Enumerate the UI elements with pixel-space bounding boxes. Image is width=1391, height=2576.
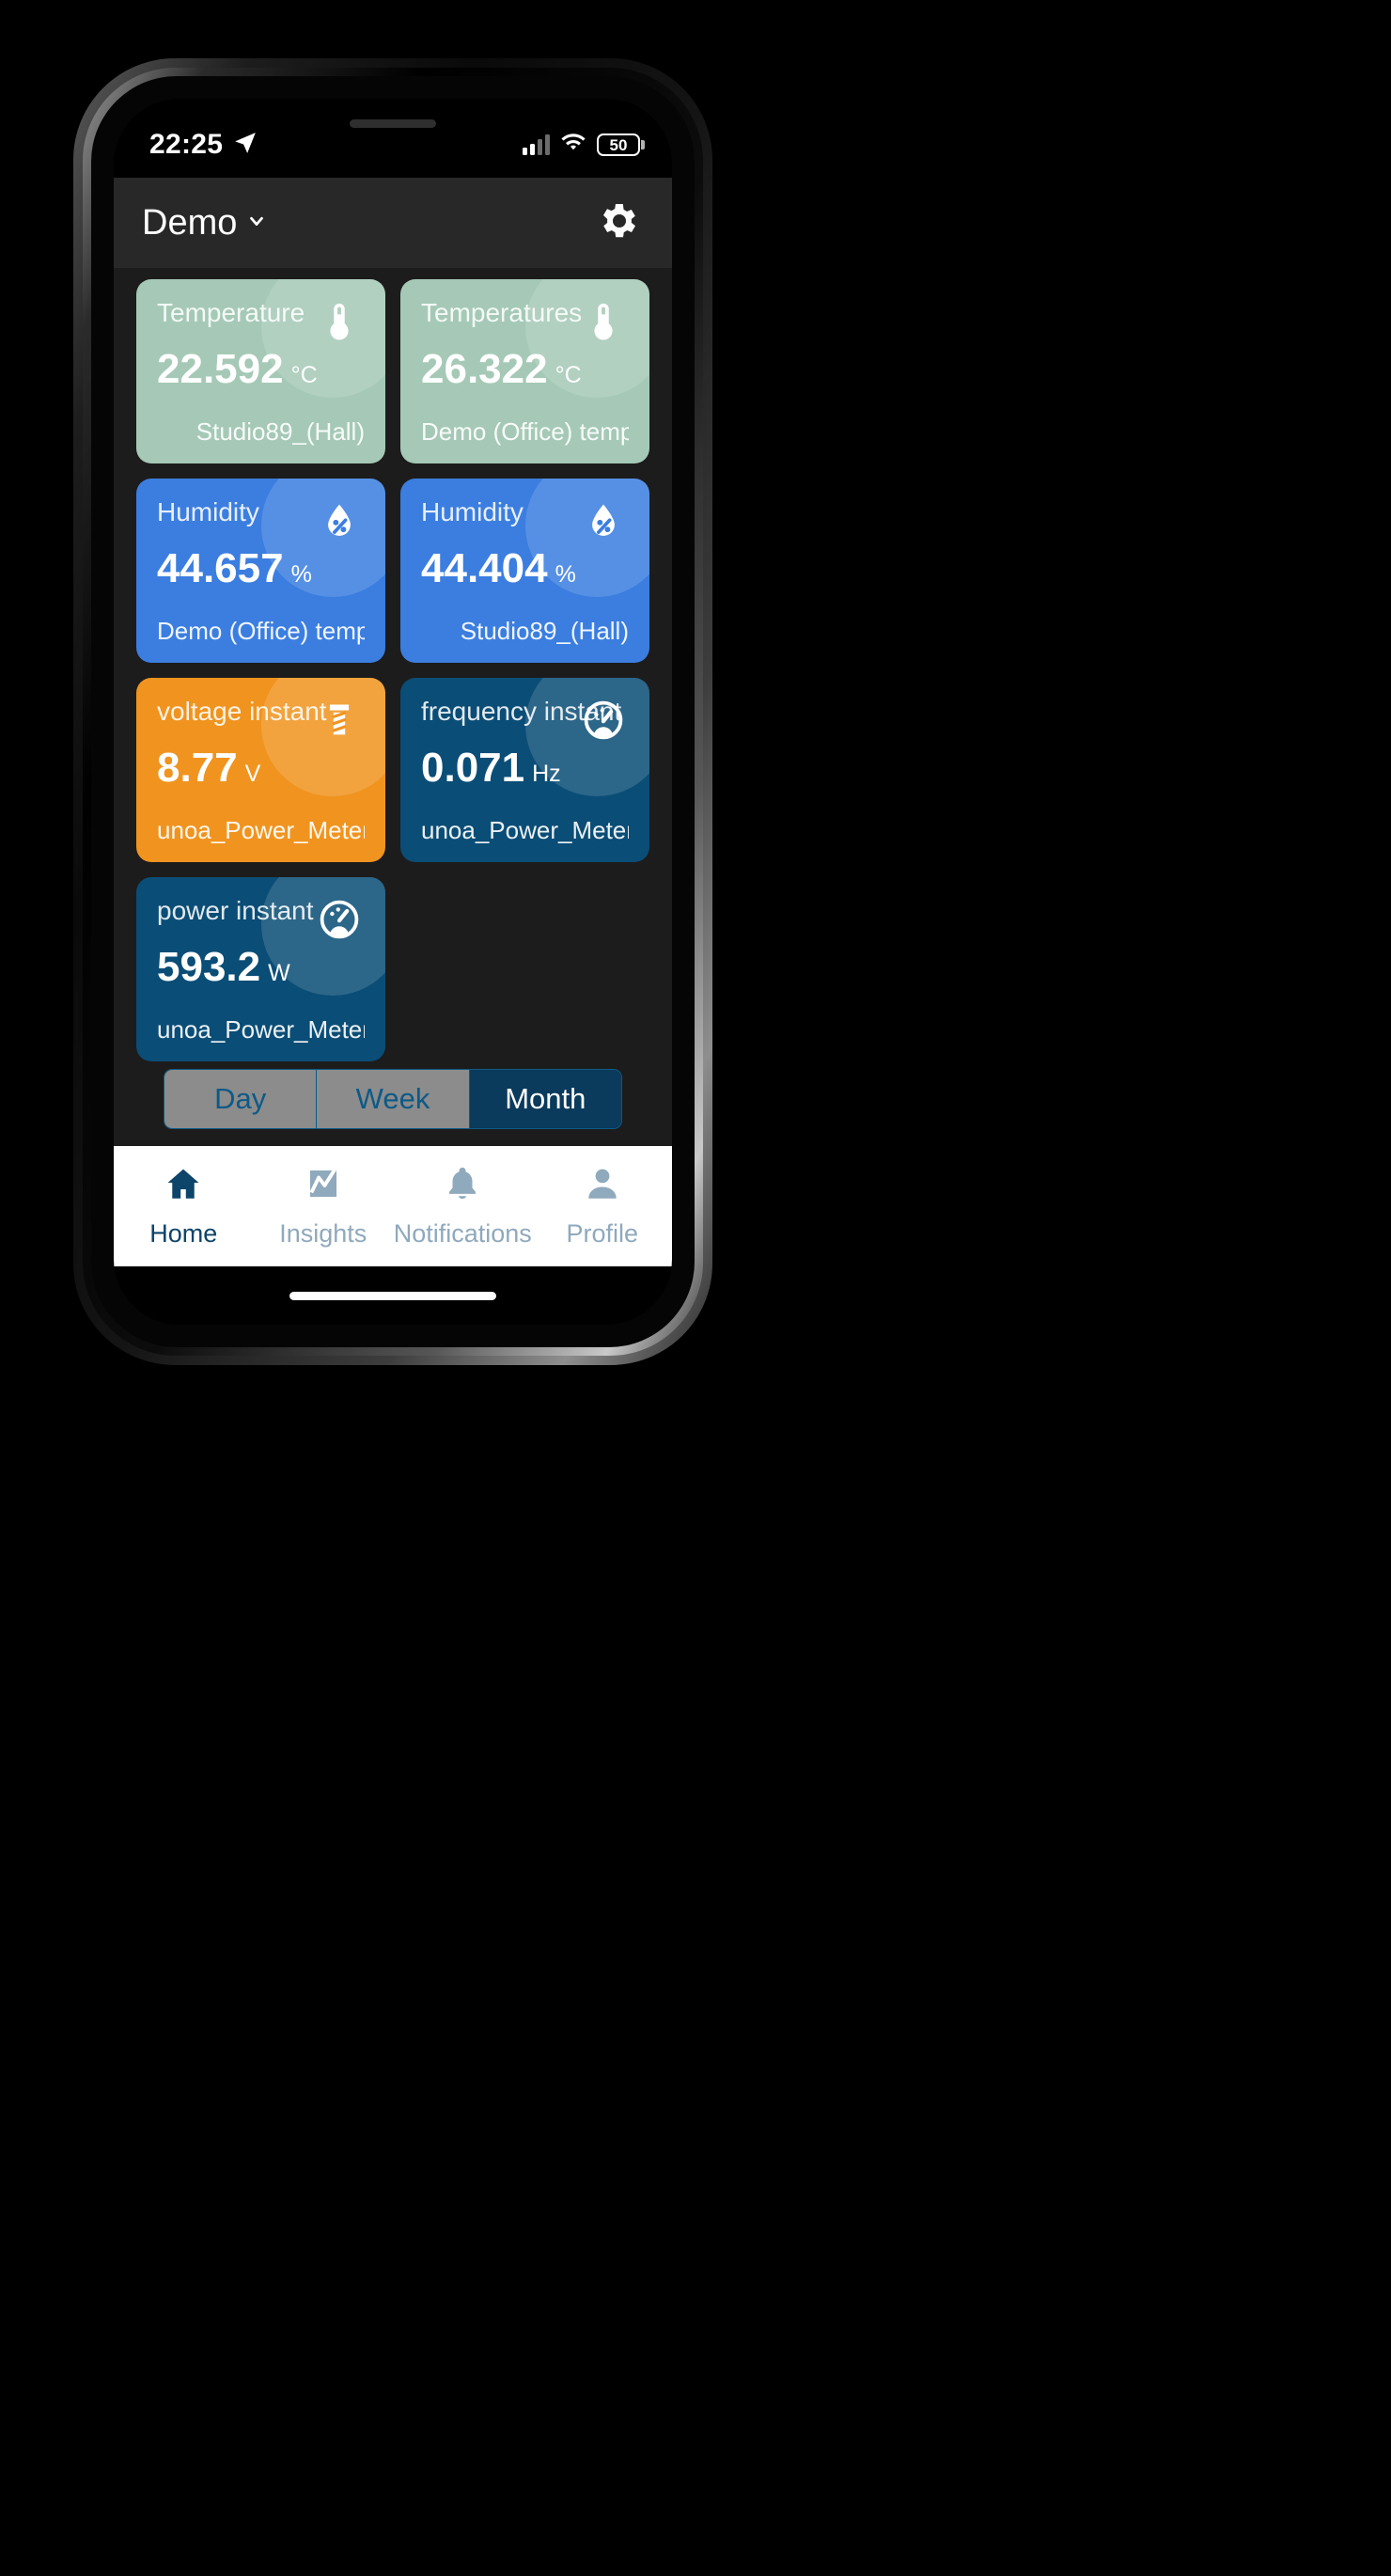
range-selector[interactable]: Day Week Month	[164, 1069, 622, 1129]
screenshot-root: 22:25 50 Demo Temperature 22.592 °C Stud…	[0, 0, 1391, 2576]
card-source: Studio89_(Hall)	[460, 617, 629, 645]
wifi-icon	[560, 133, 586, 158]
sensor-card-grid: Temperature 22.592 °C Studio89_(Hall) Te…	[114, 279, 672, 1061]
card-source: unoa_Power_Meter	[157, 1015, 365, 1044]
gear-icon[interactable]	[595, 198, 640, 248]
bottom-navigation: Home Insights Notifications Profile	[114, 1146, 672, 1266]
card-source: unoa_Power_Meter	[157, 816, 365, 844]
card-value-row: 44.657 %	[157, 544, 365, 591]
nav-label: Profile	[566, 1219, 639, 1248]
dashboard-content: Temperature 22.592 °C Studio89_(Hall) Te…	[114, 268, 672, 1146]
card-unit: °C	[555, 361, 582, 388]
person-icon	[583, 1164, 622, 1208]
sensor-card[interactable]: Temperatures 26.322 °C Demo (Office) tem…	[400, 279, 649, 463]
card-value: 44.404	[421, 544, 548, 591]
project-selector[interactable]: Demo	[142, 203, 267, 243]
card-value-row: 26.322 °C	[421, 345, 629, 392]
card-source: Demo (Office) temp	[157, 617, 365, 645]
card-label: Temperatures	[421, 298, 583, 327]
sensor-card[interactable]: frequency instant 0.071 Hz unoa_Power_Me…	[400, 678, 649, 862]
home-icon	[164, 1164, 203, 1208]
chevron-down-icon	[246, 211, 267, 236]
home-indicator-zone	[114, 1266, 672, 1325]
card-value-row: 593.2 W	[157, 943, 365, 990]
card-unit: %	[290, 560, 312, 588]
card-source: Studio89_(Hall)	[195, 417, 365, 446]
app-bar: Demo	[114, 178, 672, 268]
sensor-card[interactable]: Temperature 22.592 °C Studio89_(Hall)	[136, 279, 385, 463]
status-bar-right: 50	[523, 133, 645, 158]
sensor-card[interactable]: Humidity 44.657 % Demo (Office) temp	[136, 479, 385, 663]
battery-icon: 50	[597, 134, 645, 156]
sensor-card[interactable]: Humidity 44.404 % Studio89_(Hall)	[400, 479, 649, 663]
card-label: frequency instant	[421, 697, 622, 726]
bell-icon	[443, 1164, 482, 1208]
card-unit: Hz	[532, 760, 561, 787]
card-value-row: 8.77 V	[157, 744, 365, 791]
card-source: Demo (Office) temp	[421, 417, 629, 446]
nav-item-profile[interactable]: Profile	[533, 1164, 673, 1249]
range-selector-wrap: Day Week Month	[114, 1069, 672, 1146]
battery-percent: 50	[609, 135, 628, 154]
card-value: 8.77	[157, 744, 238, 791]
card-value: 26.322	[421, 345, 548, 392]
status-time: 22:25	[149, 129, 224, 160]
card-value: 44.657	[157, 544, 284, 591]
card-value-row: 22.592 °C	[157, 345, 365, 392]
card-value: 0.071	[421, 744, 525, 791]
range-option-month[interactable]: Month	[469, 1070, 621, 1128]
card-source: unoa_Power_Meter	[421, 816, 629, 844]
notch	[257, 99, 529, 157]
nav-item-home[interactable]: Home	[114, 1164, 254, 1249]
nav-label: Home	[149, 1219, 218, 1248]
card-unit: °C	[290, 361, 318, 388]
card-unit: V	[244, 760, 261, 787]
card-value-row: 0.071 Hz	[421, 744, 629, 791]
card-label: power instant	[157, 896, 314, 925]
card-value: 593.2	[157, 943, 261, 990]
card-unit: W	[268, 959, 290, 986]
card-value-row: 44.404 %	[421, 544, 629, 591]
cellular-signal-icon	[523, 134, 550, 155]
card-unit: %	[555, 560, 576, 588]
card-label: Temperature	[157, 298, 305, 327]
home-indicator[interactable]	[289, 1291, 496, 1300]
sensor-card[interactable]: power instant 593.2 W unoa_Power_Meter	[136, 877, 385, 1061]
card-label: Humidity	[421, 497, 524, 526]
range-option-day[interactable]: Day	[164, 1070, 318, 1128]
sensor-card[interactable]: voltage instant 8.77 V unoa_Power_Meter	[136, 678, 385, 862]
nav-item-insights[interactable]: Insights	[254, 1164, 394, 1249]
range-option-week[interactable]: Week	[317, 1070, 470, 1128]
device-frame-bezel: 22:25 50 Demo Temperature 22.592 °C Stud…	[91, 76, 695, 1347]
card-value: 22.592	[157, 345, 284, 392]
card-label: Humidity	[157, 497, 259, 526]
device-frame-inner: 22:25 50 Demo Temperature 22.592 °C Stud…	[83, 68, 703, 1356]
chart-line-icon	[304, 1164, 343, 1208]
page-title: Demo	[142, 202, 238, 243]
status-bar-left: 22:25	[149, 129, 258, 161]
earpiece-speaker	[350, 119, 436, 128]
card-label: voltage instant	[157, 697, 327, 726]
nav-label: Insights	[279, 1219, 367, 1248]
nav-item-notifications[interactable]: Notifications	[393, 1164, 533, 1249]
nav-label: Notifications	[393, 1219, 532, 1248]
location-arrow-icon	[233, 131, 258, 160]
phone-screen: 22:25 50 Demo Temperature 22.592 °C Stud…	[114, 99, 672, 1325]
phone-device-frame: 22:25 50 Demo Temperature 22.592 °C Stud…	[73, 58, 712, 1365]
